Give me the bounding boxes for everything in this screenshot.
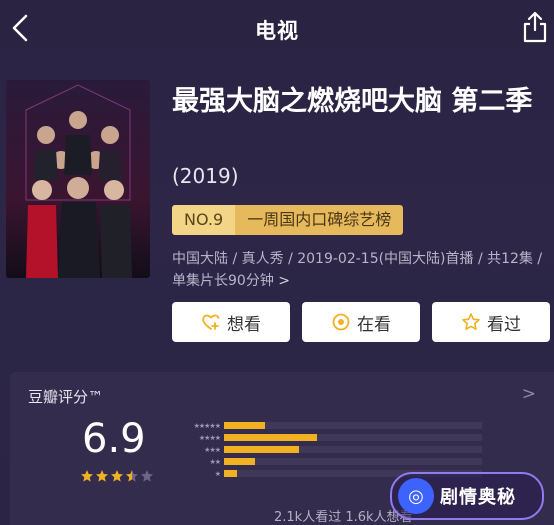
distribution-bar (224, 458, 255, 465)
distribution-star-label: ★★★★★ (193, 421, 221, 430)
page-title: 电视 (255, 19, 299, 43)
rating-counts: 2.1k人看过 1.6k人想看 (274, 510, 413, 525)
rating-star-icon (111, 470, 123, 482)
top-nav-bar: 电视 (0, 0, 554, 58)
rank-number: NO.9 (172, 205, 236, 235)
rating-chevron-icon[interactable]: > (522, 384, 536, 404)
rating-star-icon (96, 470, 108, 482)
poster-image (6, 80, 150, 278)
distribution-star-label: ★ (214, 469, 221, 478)
distribution-bar (224, 434, 317, 441)
action-buttons: 想看 在看 看过 (172, 302, 550, 342)
distribution-bar (224, 470, 237, 477)
rating-score: 6.9 (82, 416, 146, 462)
share-icon[interactable] (522, 10, 548, 44)
distribution-row: ★★★★★ (168, 420, 482, 431)
distribution-star-label: ★★ (209, 457, 221, 466)
rating-distribution: ★★★★★ ★★★★ ★★★ ★★ ★ (168, 420, 482, 480)
rating-stars (80, 469, 154, 483)
show-title: 最强大脑之燃烧吧大脑 第二季 (172, 86, 533, 117)
watermark-logo-icon: ◎ (398, 478, 434, 514)
watermark: ◎ 剧情奥秘 (390, 472, 544, 520)
watermark-text: 剧情奥秘 (440, 487, 516, 508)
distribution-track (224, 446, 482, 453)
rank-list-name[interactable]: 一周国内口碑综艺榜 (235, 205, 404, 235)
distribution-track (224, 422, 482, 429)
distribution-row: ★★ (168, 456, 482, 467)
distribution-bar (224, 422, 266, 429)
heart-plus-icon (202, 314, 220, 330)
distribution-row: ★★★★ (168, 432, 482, 443)
rating-title: 豆瓣评分™ (28, 388, 104, 406)
distribution-star-label: ★★★ (204, 445, 221, 454)
show-year: (2019) (172, 164, 239, 188)
want-to-watch-label: 想看 (227, 314, 261, 335)
watching-button[interactable]: 在看 (302, 302, 420, 342)
show-meta[interactable]: 中国大陆 / 真人秀 / 2019-02-15(中国大陆)首播 / 共12集 /… (172, 248, 547, 292)
watching-label: 在看 (357, 314, 391, 335)
rating-star-icon (126, 470, 138, 482)
distribution-track (224, 458, 482, 465)
distribution-track (224, 434, 482, 441)
show-meta-text: 中国大陆 / 真人秀 / 2019-02-15(中国大陆)首播 / 共12集 /… (172, 251, 543, 289)
watched-button[interactable]: 看过 (432, 302, 550, 342)
star-outline-icon (462, 313, 480, 330)
show-poster[interactable] (6, 80, 150, 278)
meta-chevron-icon: > (278, 273, 291, 289)
want-to-watch-button[interactable]: 想看 (172, 302, 290, 342)
distribution-bar (224, 446, 299, 453)
distribution-star-label: ★★★★ (198, 433, 221, 442)
rating-star-icon (141, 470, 153, 482)
distribution-row: ★★★ (168, 444, 482, 455)
target-icon (332, 313, 350, 331)
watched-label: 看过 (487, 314, 521, 335)
rank-badge[interactable]: NO.9 一周国内口碑综艺榜 (172, 205, 404, 235)
rating-star-icon (81, 470, 93, 482)
